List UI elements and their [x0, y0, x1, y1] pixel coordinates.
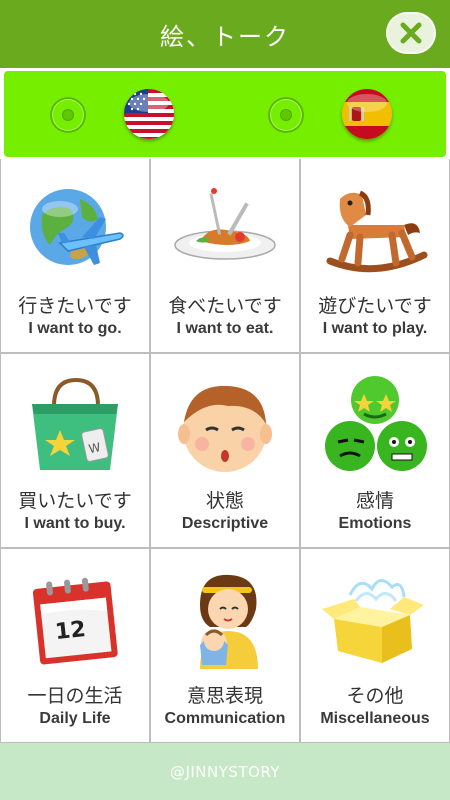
- tile-label-en: I want to play.: [322, 320, 428, 337]
- tile-label-en: Miscellaneous: [320, 710, 430, 727]
- language-selector: [4, 71, 446, 157]
- tile-label-en: Daily Life: [39, 710, 111, 727]
- emotion-faces-icon: [320, 370, 430, 480]
- tile-emotions[interactable]: 感情 Emotions: [301, 354, 449, 547]
- radio-spanish[interactable]: [268, 97, 304, 133]
- tile-want-to-go[interactable]: 行きたいです I want to go.: [1, 159, 149, 352]
- tile-communication[interactable]: 意思表現 Communication: [151, 549, 299, 742]
- tile-label-jp: 一日の生活: [27, 685, 123, 707]
- tile-label-jp: 感情: [355, 490, 394, 512]
- radio-english[interactable]: [50, 97, 86, 133]
- shopping-bag-icon: W: [20, 370, 130, 480]
- tile-label-jp: その他: [346, 685, 404, 707]
- tile-want-to-buy[interactable]: W 買いたいです I want to buy.: [1, 354, 149, 547]
- calendar-icon: 12: [20, 565, 130, 675]
- app-header: 絵、トーク: [0, 0, 450, 68]
- close-button[interactable]: [386, 12, 436, 54]
- tile-descriptive[interactable]: 状態 Descriptive: [151, 354, 299, 547]
- rocking-horse-icon: [320, 175, 430, 285]
- tile-want-to-eat[interactable]: 食べたいです I want to eat.: [151, 159, 299, 352]
- us-flag-icon[interactable]: [124, 89, 174, 139]
- tile-label-en: Communication: [164, 710, 286, 727]
- tile-label-jp: 遊びたいです: [318, 295, 432, 317]
- tile-label-en: I want to go.: [28, 320, 122, 337]
- tile-label-jp: 食べたいです: [168, 295, 282, 317]
- app-title: 絵、トーク: [160, 22, 290, 51]
- tile-label-jp: 状態: [205, 490, 244, 512]
- close-icon: [400, 22, 422, 44]
- open-box-icon: [320, 565, 430, 675]
- footer: @JINNYSTORY: [0, 743, 450, 800]
- globe-airplane-icon: [20, 175, 130, 285]
- tile-miscellaneous[interactable]: その他 Miscellaneous: [301, 549, 449, 742]
- food-plate-icon: [170, 175, 280, 285]
- mother-baby-icon: [170, 565, 280, 675]
- tile-label-en: Emotions: [338, 515, 412, 532]
- category-grid: 行きたいです I want to go. 食べたいです I want to ea…: [0, 159, 450, 743]
- tile-label-en: Descriptive: [181, 515, 269, 532]
- tile-label-jp: 行きたいです: [18, 295, 132, 317]
- tile-label-en: I want to buy.: [24, 515, 126, 532]
- tile-label-jp: 意思表現: [186, 685, 263, 707]
- calendar-day: 12: [54, 617, 87, 645]
- tile-want-to-play[interactable]: 遊びたいです I want to play.: [301, 159, 449, 352]
- spain-flag-icon[interactable]: [342, 89, 392, 139]
- child-face-icon: [170, 370, 280, 480]
- tile-daily-life[interactable]: 12 一日の生活 Daily Life: [1, 549, 149, 742]
- tile-label-en: I want to eat.: [176, 320, 274, 337]
- tile-label-jp: 買いたいです: [18, 490, 132, 512]
- footer-credit: @JINNYSTORY: [169, 762, 281, 781]
